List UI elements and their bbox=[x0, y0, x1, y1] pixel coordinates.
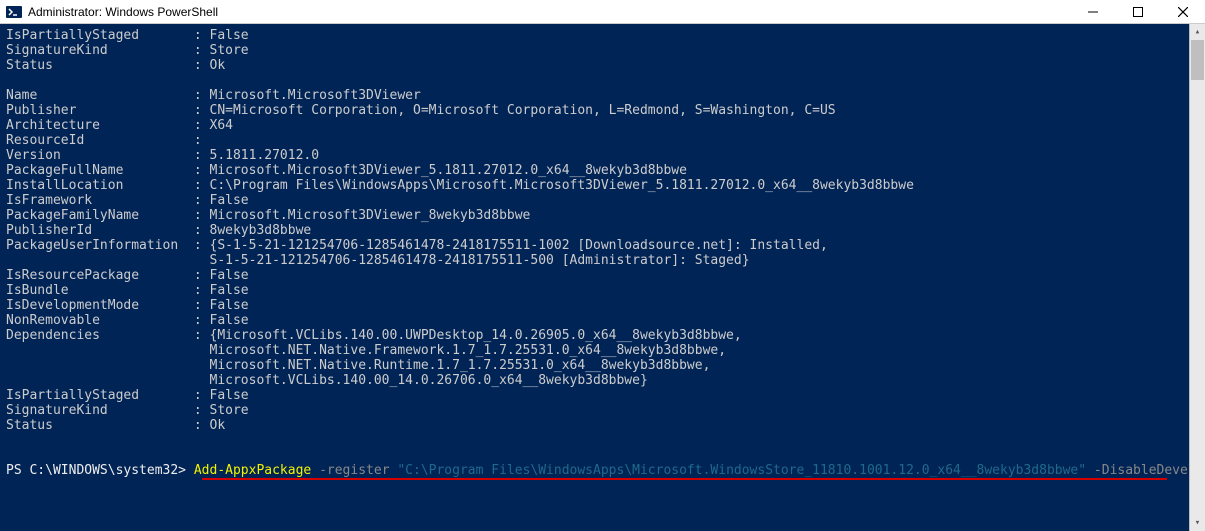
output-line: InstallLocation : C:\Program Files\Windo… bbox=[6, 178, 1183, 193]
console-area: IsPartiallyStaged : FalseSignatureKind :… bbox=[0, 24, 1205, 531]
output-line: IsDevelopmentMode : False bbox=[6, 298, 1183, 313]
minimize-button[interactable] bbox=[1070, 0, 1115, 23]
window-titlebar: Administrator: Windows PowerShell bbox=[0, 0, 1205, 24]
output-line: Microsoft.NET.Native.Framework.1.7_1.7.2… bbox=[6, 343, 1183, 358]
output-line: PackageFullName : Microsoft.Microsoft3DV… bbox=[6, 163, 1183, 178]
prompt-flag: -register bbox=[311, 463, 397, 478]
output-line: Publisher : CN=Microsoft Corporation, O=… bbox=[6, 103, 1183, 118]
output-line: PackageUserInformation : {S-1-5-21-12125… bbox=[6, 238, 1183, 253]
scroll-down-arrow[interactable]: ▾ bbox=[1190, 515, 1205, 531]
output-line bbox=[6, 73, 1183, 88]
window-title: Administrator: Windows PowerShell bbox=[28, 5, 1070, 19]
output-line: IsPartiallyStaged : False bbox=[6, 28, 1183, 43]
output-line: SignatureKind : Store bbox=[6, 403, 1183, 418]
output-line: Status : Ok bbox=[6, 58, 1183, 73]
console-output[interactable]: IsPartiallyStaged : FalseSignatureKind :… bbox=[0, 24, 1189, 531]
output-line: IsBundle : False bbox=[6, 283, 1183, 298]
output-line: Microsoft.VCLibs.140.00_14.0.26706.0_x64… bbox=[6, 373, 1183, 388]
output-line: IsFramework : False bbox=[6, 193, 1183, 208]
window-controls bbox=[1070, 0, 1205, 23]
scrollbar-track[interactable] bbox=[1190, 40, 1205, 515]
output-line: SignatureKind : Store bbox=[6, 43, 1183, 58]
output-line: PackageFamilyName : Microsoft.Microsoft3… bbox=[6, 208, 1183, 223]
vertical-scrollbar[interactable]: ▴ ▾ bbox=[1189, 24, 1205, 531]
powershell-icon bbox=[6, 4, 22, 20]
prompt-line[interactable]: PS C:\WINDOWS\system32> Add-AppxPackage … bbox=[6, 463, 1183, 478]
maximize-button[interactable] bbox=[1115, 0, 1160, 23]
scroll-up-arrow[interactable]: ▴ bbox=[1190, 24, 1205, 40]
prompt-cmdlet: Add-AppxPackage bbox=[194, 463, 311, 478]
output-line: Dependencies : {Microsoft.VCLibs.140.00.… bbox=[6, 328, 1183, 343]
output-line: S-1-5-21-121254706-1285461478-2418175511… bbox=[6, 253, 1183, 268]
output-line: IsResourcePackage : False bbox=[6, 268, 1183, 283]
command-underline bbox=[202, 478, 1167, 480]
prompt-prefix: PS C:\WINDOWS\system32> bbox=[6, 463, 194, 478]
output-line: Version : 5.1811.27012.0 bbox=[6, 148, 1183, 163]
output-line: IsPartiallyStaged : False bbox=[6, 388, 1183, 403]
output-line: Status : Ok bbox=[6, 418, 1183, 433]
output-line: Microsoft.NET.Native.Runtime.1.7_1.7.255… bbox=[6, 358, 1183, 373]
output-line: PublisherId : 8wekyb3d8bbwe bbox=[6, 223, 1183, 238]
close-button[interactable] bbox=[1160, 0, 1205, 23]
scrollbar-thumb[interactable] bbox=[1191, 40, 1204, 80]
output-line: ResourceId : bbox=[6, 133, 1183, 148]
prompt-path: "C:\Program Files\WindowsApps\Microsoft.… bbox=[397, 463, 1086, 478]
output-line: NonRemovable : False bbox=[6, 313, 1183, 328]
output-line: Name : Microsoft.Microsoft3DViewer bbox=[6, 88, 1183, 103]
prompt-flag: -DisableDevelopmentMode bbox=[1086, 463, 1189, 478]
output-line: Architecture : X64 bbox=[6, 118, 1183, 133]
